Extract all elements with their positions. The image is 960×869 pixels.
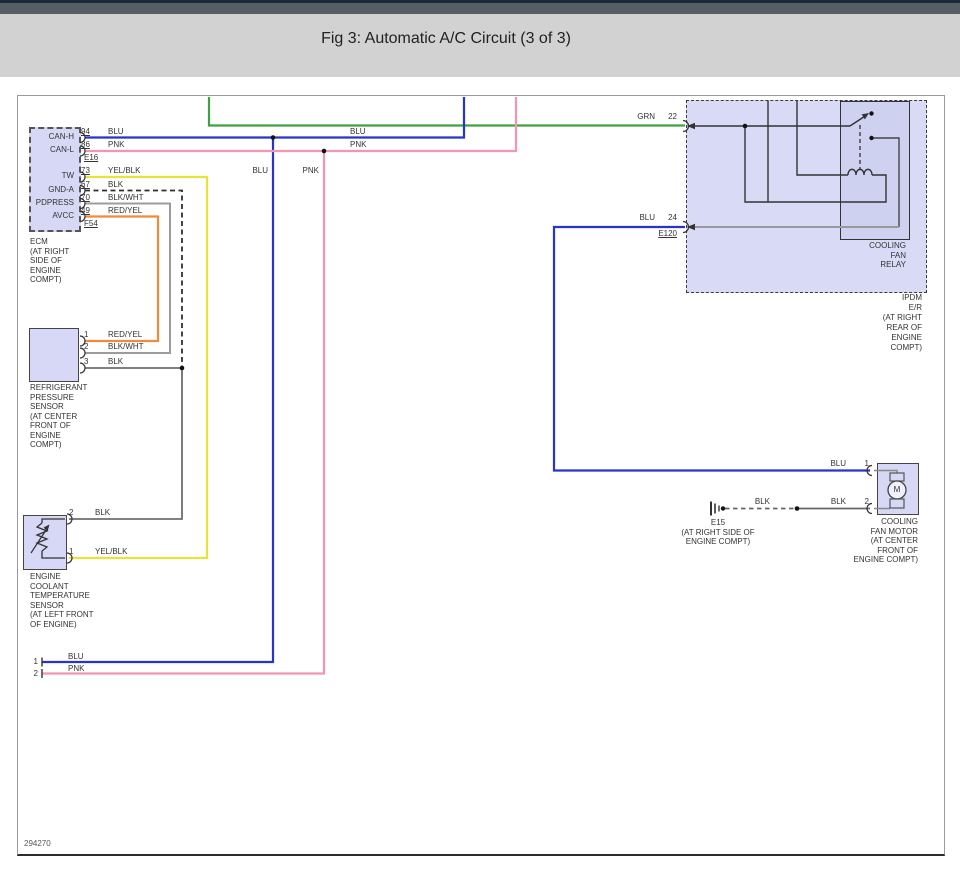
ecm-location-label: ECM(AT RIGHTSIDE OF ENGINECOMPT) [30, 237, 69, 285]
ecm-pin-name: GND-A [30, 185, 74, 194]
top-gray-strip [0, 3, 960, 14]
refrigerant-sensor-label: REFRIGERANTPRESSURE SENSOR(AT CENTER FRO… [30, 383, 87, 450]
cooling-fan-relay-box [840, 101, 910, 240]
wire-color-label: GRN [630, 112, 655, 121]
sensor-pin-number: 2 [84, 342, 88, 351]
sensor-pin-number: 1 [84, 330, 88, 339]
refrigerant-pressure-sensor-box [29, 328, 79, 382]
ecm-pin-name: CAN-L [30, 145, 74, 154]
ipdm-pin-number: 22 [663, 112, 677, 121]
diagram-number: 294270 [24, 839, 51, 848]
wire-color-label: BLU [350, 127, 366, 136]
ecm-pin-name: CAN-H [30, 132, 74, 141]
ipdm-connector-id: E120 [645, 229, 677, 238]
wire-color-label: BLU [108, 127, 124, 136]
wire-color-label: BLK [108, 180, 123, 189]
ecm-pin-number: 94 [81, 127, 90, 136]
wire-color-label: YEL/BLK [108, 166, 140, 175]
wire-color-label: PNK [68, 664, 84, 673]
ground-e15-label: E15(AT RIGHT SIDE OFENGINE COMPT) [668, 518, 768, 547]
wire-color-label: BLK [744, 497, 770, 506]
wire-color-label: BLK [820, 497, 846, 506]
ecm-pin-number: 73 [81, 166, 90, 175]
ecm-pin-name: AVCC [30, 211, 74, 220]
stub-pin-number: 2 [28, 669, 38, 678]
sensor-pin-number: 1 [69, 547, 73, 556]
ipdm-location-label: IPDME/R(AT RIGHT REAR OFENGINECOMPT) [840, 293, 922, 353]
ecm-pin-number: 70 [81, 193, 90, 202]
coolant-temp-sensor-box [23, 515, 67, 570]
wire-color-label: PNK [301, 166, 319, 175]
sensor-pin-number: 2 [69, 508, 73, 517]
ipdm-pin-number: 24 [663, 213, 677, 222]
wire-color-label: RED/YEL [108, 330, 142, 339]
ecm-pin-name: PDPRESS [30, 198, 74, 207]
ecm-connector-id: E16 [84, 153, 98, 162]
wire-color-label: YEL/BLK [95, 547, 127, 556]
wire-color-label: BLK [95, 508, 110, 517]
coolant-sensor-label: ENGINECOOLANT TEMPERATURESENSOR (AT LEFT… [30, 572, 94, 629]
sensor-pin-number: 3 [84, 357, 88, 366]
fan-pin-number: 1 [855, 459, 869, 468]
ecm-pin-name: TW [30, 171, 74, 180]
wire-color-label: PNK [350, 140, 366, 149]
wire-color-label: BLU [820, 459, 846, 468]
ecm-connector-id: F54 [84, 219, 98, 228]
wiring-diagram-page: Fig 3: Automatic A/C Circuit (3 of 3) [0, 0, 960, 869]
ecm-pin-number: 67 [81, 180, 90, 189]
wire-color-label: BLK/WHT [108, 193, 144, 202]
wire-color-label: BLU [630, 213, 655, 222]
figure-title: Fig 3: Automatic A/C Circuit (3 of 3) [321, 30, 571, 48]
fan-motor-label: COOLINGFAN MOTOR(AT CENTER FRONT OFENGIN… [820, 517, 918, 565]
wire-color-label: BLU [68, 652, 84, 661]
wire-color-label: BLK/WHT [108, 342, 144, 351]
wire-color-label: BLU [250, 166, 268, 175]
stub-pin-number: 1 [28, 657, 38, 666]
ecm-pin-number: 86 [81, 140, 90, 149]
ecm-pin-number: 49 [81, 206, 90, 215]
wire-color-label: BLK [108, 357, 123, 366]
fan-pin-number: 2 [855, 497, 869, 506]
wire-color-label: PNK [108, 140, 124, 149]
wire-color-label: RED/YEL [108, 206, 142, 215]
motor-letter: M [890, 485, 904, 494]
relay-label: COOLINGFANRELAY [830, 241, 906, 270]
